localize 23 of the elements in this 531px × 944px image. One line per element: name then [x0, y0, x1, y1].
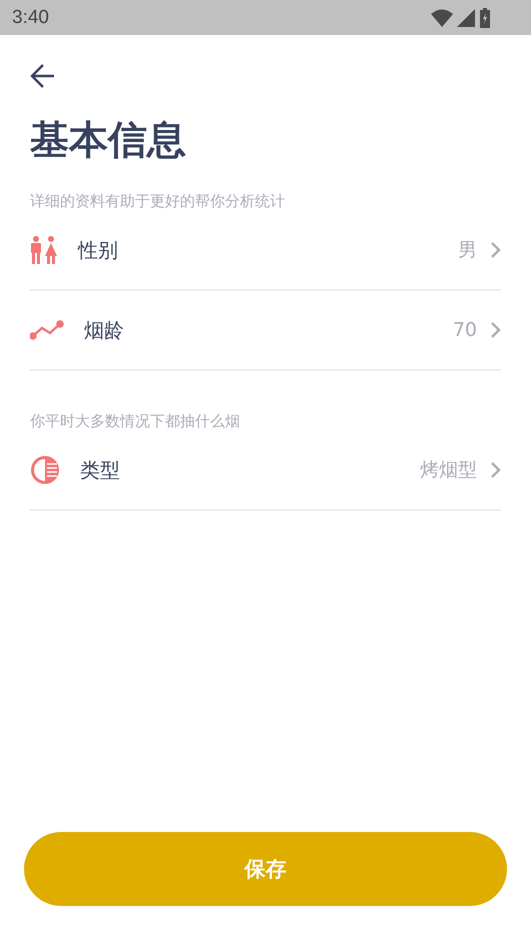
battery-icon — [479, 8, 491, 28]
settings-row[interactable]: 烟龄 70 — [30, 291, 501, 371]
row-label: 烟龄 — [84, 316, 125, 344]
status-time: 3:40 — [12, 6, 49, 28]
row-label: 性别 — [78, 236, 119, 264]
section-caption: 你平时大多数情况下都抽什么烟 — [30, 411, 241, 431]
section-caption: 详细的资料有助于更好的帮你分析统计 — [30, 191, 286, 211]
row-value: 70 — [452, 319, 477, 341]
people-icon — [30, 235, 58, 265]
half-circle-icon — [30, 455, 60, 485]
trend-line-icon — [30, 320, 64, 340]
settings-row[interactable]: 性别 男 — [30, 211, 501, 291]
page-title: 基本信息 — [30, 117, 187, 165]
wifi-icon — [431, 8, 453, 26]
signal-icon — [457, 8, 475, 26]
settings-row[interactable]: 类型 烤烟型 — [30, 431, 501, 511]
row-value: 男 — [458, 238, 477, 263]
back-arrow-icon — [30, 63, 56, 89]
row-label: 类型 — [80, 456, 121, 484]
chevron-right-icon — [489, 321, 501, 339]
chevron-right-icon — [489, 241, 501, 259]
chevron-right-icon — [489, 461, 501, 479]
row-value: 烤烟型 — [420, 458, 477, 483]
